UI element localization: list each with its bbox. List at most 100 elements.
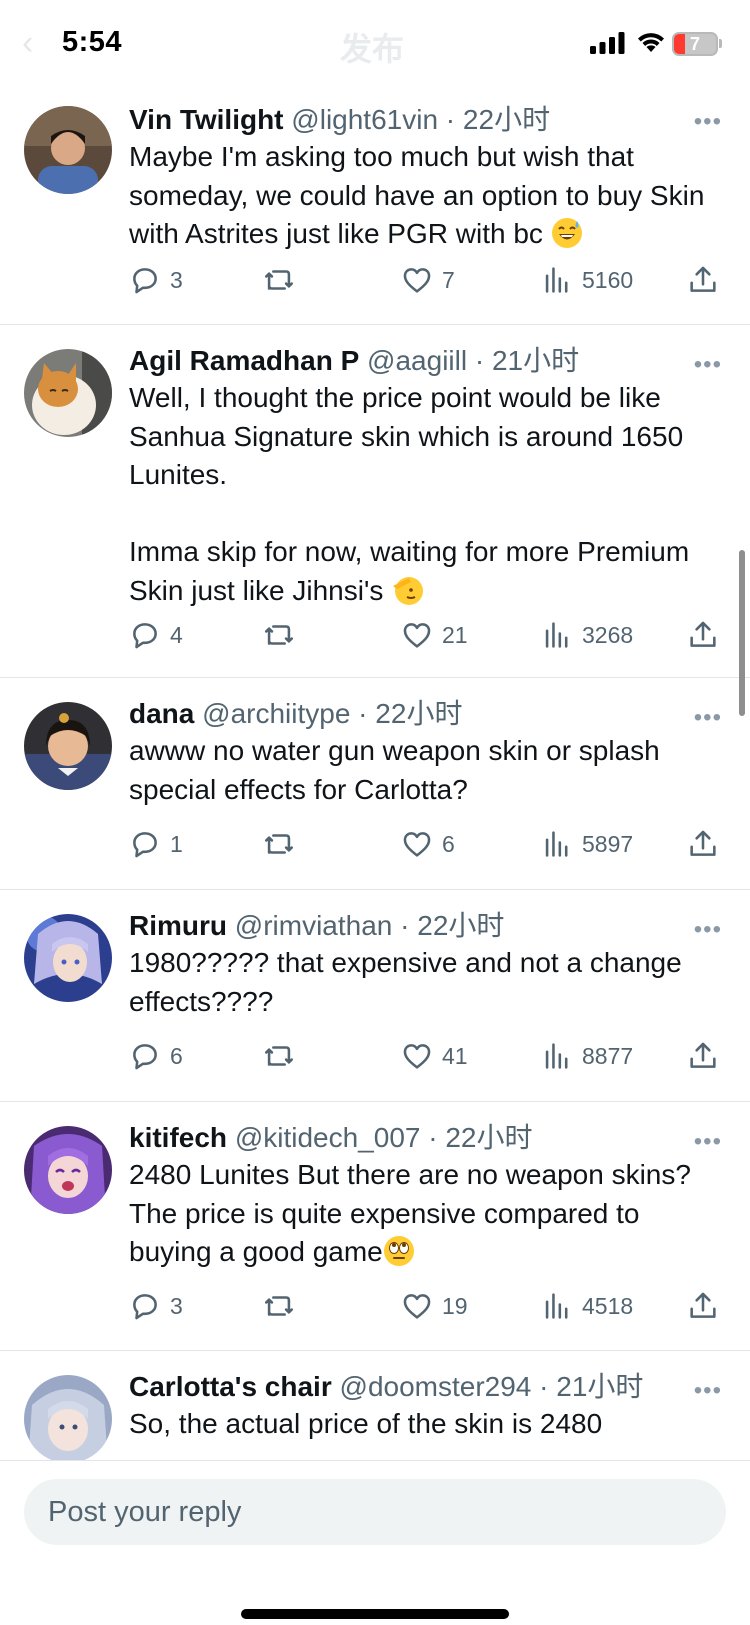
reply-icon [133, 623, 157, 649]
retweet-button[interactable] [262, 1286, 296, 1326]
author-handle[interactable]: @aagiill [367, 345, 467, 376]
avatar[interactable] [24, 914, 112, 1002]
retweet-icon [264, 270, 294, 290]
share-button[interactable] [686, 824, 720, 864]
separator: · [420, 1122, 446, 1153]
tweet-text: 2480 Lunites But there are no weapon ski… [129, 1159, 707, 1267]
reply-count: 3 [170, 266, 183, 293]
tweet-text: 1980????? that expensive and not a chang… [129, 947, 690, 1017]
views-button[interactable]: 8877 [540, 1036, 633, 1076]
retweet-icon [264, 1046, 294, 1066]
views-chart-icon [545, 831, 568, 857]
share-button[interactable] [686, 615, 720, 655]
avatar[interactable] [24, 1126, 112, 1214]
reply-count: 3 [170, 1292, 183, 1319]
timestamp[interactable]: 21小时 [556, 1371, 643, 1402]
retweet-button[interactable] [262, 824, 296, 864]
battery-icon: 7 [672, 32, 718, 56]
views-button[interactable]: 5160 [540, 260, 633, 300]
author-name[interactable]: kitifech [129, 1122, 227, 1153]
avatar[interactable] [24, 349, 112, 437]
timestamp[interactable]: 21小时 [492, 345, 579, 376]
clock: 5:54 [62, 26, 123, 58]
like-button[interactable]: 7 [400, 260, 455, 300]
timestamp[interactable]: 22小时 [463, 104, 550, 135]
avatar[interactable] [24, 1375, 112, 1463]
tweet-actions: 1 6 5897 [128, 824, 718, 864]
heart-icon [403, 832, 431, 857]
reply-button[interactable]: 3 [128, 260, 183, 300]
like-count: 19 [442, 1292, 468, 1319]
share-icon [690, 830, 716, 856]
like-button[interactable]: 19 [400, 1286, 468, 1326]
retweet-button[interactable] [262, 1036, 296, 1076]
tweet[interactable]: ••• Agil Ramadhan P @aagiill · 21小时 Well… [0, 325, 750, 678]
view-count: 5897 [582, 830, 634, 857]
share-icon [690, 266, 716, 292]
author-handle[interactable]: @rimviathan [235, 910, 393, 941]
author-name[interactable]: Vin Twilight [129, 104, 284, 135]
author-handle[interactable]: @light61vin [291, 104, 438, 135]
timestamp[interactable]: 22小时 [417, 910, 504, 941]
back-arrow-icon[interactable]: ‹ [22, 24, 33, 63]
author-handle[interactable]: @kitidech_007 [235, 1122, 421, 1153]
reply-button[interactable]: 3 [128, 1286, 183, 1326]
reply-button[interactable]: 6 [128, 1036, 183, 1076]
like-count: 7 [442, 266, 455, 293]
share-icon [690, 1292, 716, 1318]
author-name[interactable]: dana [129, 698, 194, 729]
retweet-icon [264, 1296, 294, 1316]
battery-level: 7 [689, 34, 700, 54]
home-indicator[interactable] [241, 1609, 509, 1619]
separator: · [467, 345, 492, 376]
like-button[interactable]: 6 [400, 824, 455, 864]
tweet-text: So, the actual price of the skin is 2480 [129, 1408, 603, 1439]
author-handle[interactable]: @doomster294 [340, 1371, 532, 1402]
views-chart-icon [545, 1293, 568, 1319]
reply-input[interactable] [24, 1479, 726, 1545]
author-name[interactable]: Carlotta's chair [129, 1371, 332, 1402]
like-button[interactable]: 21 [400, 615, 468, 655]
author-name[interactable]: Agil Ramadhan P [129, 345, 359, 376]
share-button[interactable] [686, 1286, 720, 1326]
reply-icon [133, 1294, 157, 1320]
tweet[interactable]: ••• Vin Twilight @light61vin · 22小时 Mayb… [0, 88, 750, 325]
tweet-text-wrap: Maybe I'm asking too much but wish that … [129, 138, 728, 254]
views-chart-icon [545, 1043, 568, 1069]
like-button[interactable]: 41 [400, 1036, 468, 1076]
scrollbar[interactable] [739, 550, 745, 716]
author-name[interactable]: Rimuru [129, 910, 227, 941]
view-count: 8877 [582, 1042, 634, 1069]
retweet-button[interactable] [262, 615, 296, 655]
views-button[interactable]: 5897 [540, 824, 633, 864]
heart-icon [403, 1044, 431, 1069]
reply-button[interactable]: 1 [128, 824, 183, 864]
views-button[interactable]: 3268 [540, 615, 633, 655]
view-count: 5160 [582, 266, 634, 293]
tweet[interactable]: ••• Rimuru @rimviathan · 22小时 1980????? … [0, 890, 750, 1102]
reply-button[interactable]: 4 [128, 615, 183, 655]
reply-count: 1 [170, 830, 183, 857]
wifi-icon [638, 33, 664, 52]
header-title-faded: 发布 [340, 31, 405, 67]
like-count: 21 [442, 621, 468, 648]
tweet-text: awww no water gun weapon skin or splash … [129, 735, 668, 805]
views-chart-icon [545, 622, 568, 648]
retweet-icon [264, 834, 294, 854]
tweet[interactable]: ••• dana @archiitype · 22小时 awww no wate… [0, 678, 750, 890]
share-button[interactable] [686, 260, 720, 300]
retweet-button[interactable] [262, 260, 296, 300]
views-button[interactable]: 4518 [540, 1286, 633, 1326]
reply-icon [133, 832, 157, 858]
tweet-text: Well, I thought the price point would be… [129, 382, 690, 606]
author-handle[interactable]: @archiitype [202, 698, 350, 729]
tweet[interactable]: ••• kitifech @kitidech_007 · 22小时 2480 L… [0, 1102, 750, 1351]
heart-icon [403, 623, 431, 648]
avatar[interactable] [24, 106, 112, 194]
share-button[interactable] [686, 1036, 720, 1076]
separator: · [438, 104, 463, 135]
timestamp[interactable]: 22小时 [445, 1122, 532, 1153]
timestamp[interactable]: 22小时 [375, 698, 462, 729]
avatar[interactable] [24, 702, 112, 790]
share-icon [690, 621, 716, 647]
